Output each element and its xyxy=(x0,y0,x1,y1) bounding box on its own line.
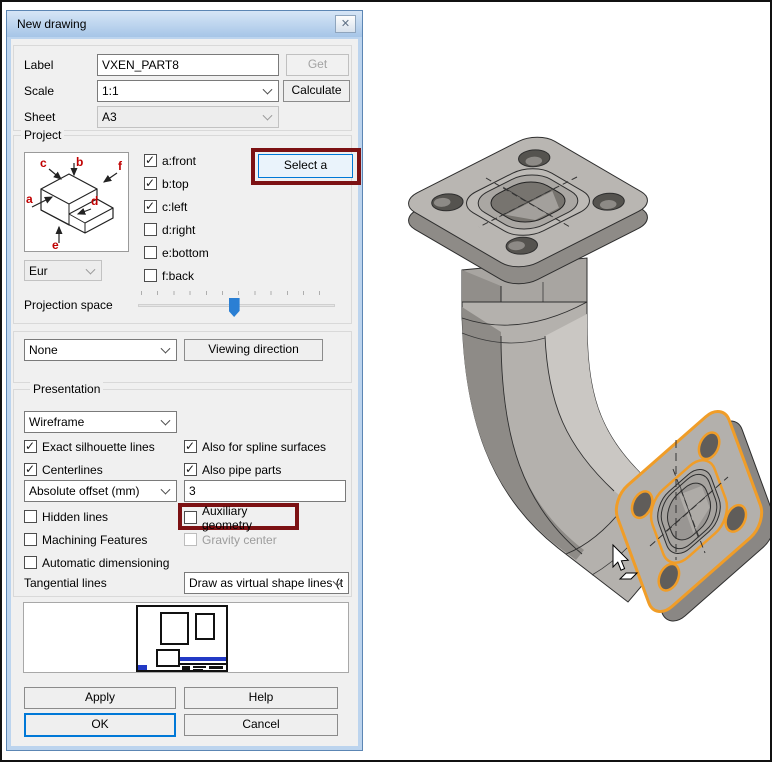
new-drawing-dialog: New drawing ✕ Label VXEN_PART8 Get Scale… xyxy=(6,10,363,751)
chevron-down-icon xyxy=(263,111,273,121)
preview-corner-chip xyxy=(138,665,147,670)
annotation-highlight-select-a: Select a xyxy=(251,148,361,185)
direction-combo[interactable]: None xyxy=(24,339,177,361)
projection-space-caption: Projection space xyxy=(24,298,113,312)
view-checkbox-d-right[interactable]: d:right xyxy=(144,222,195,237)
preview-titleblock-line xyxy=(180,663,226,665)
cube-label-f: f xyxy=(118,159,123,173)
chevron-down-icon xyxy=(161,485,171,495)
cube-label-c: c xyxy=(40,156,47,170)
projection-space-slider[interactable] xyxy=(138,291,335,317)
scale-caption: Scale xyxy=(24,84,54,98)
help-button[interactable]: Help xyxy=(184,687,338,709)
label-caption: Label xyxy=(24,58,53,72)
checkbox-icon xyxy=(144,177,157,190)
preview-view-rect xyxy=(195,613,215,640)
checkbox-centerlines[interactable]: Centerlines xyxy=(24,462,103,477)
preview-titleblock-cell xyxy=(209,666,223,669)
top-flange[interactable] xyxy=(398,132,658,290)
presentation-legend: Presentation xyxy=(30,382,103,396)
tangential-lines-combo[interactable]: Draw as virtual shape lines (t xyxy=(184,572,349,594)
checkbox-machining-features[interactable]: Machining Features xyxy=(24,532,147,547)
preview-view-rect xyxy=(160,612,189,645)
view-checkbox-b-top[interactable]: b:top xyxy=(144,176,189,191)
checkbox-icon xyxy=(184,463,197,476)
checkbox-icon xyxy=(144,154,157,167)
scale-combo[interactable]: 1:1 xyxy=(97,80,279,102)
label-input[interactable]: VXEN_PART8 xyxy=(97,54,279,76)
checkbox-gravity-center: Gravity center xyxy=(184,532,277,547)
dialog-titlebar[interactable]: New drawing xyxy=(7,11,362,37)
calculate-button[interactable]: Calculate xyxy=(283,80,350,102)
cube-label-a: a xyxy=(26,192,33,206)
presentation-mode-combo[interactable]: Wireframe xyxy=(24,411,177,433)
preview-sheet xyxy=(136,605,228,672)
slider-thumb[interactable] xyxy=(229,298,240,317)
cube-label-b: b xyxy=(76,155,83,169)
slider-ticks xyxy=(141,291,334,295)
checkbox-auxiliary-geometry[interactable]: Auxiliary geometry xyxy=(184,510,295,525)
preview-titleblock-cell xyxy=(182,666,190,670)
checkbox-icon xyxy=(184,440,197,453)
checkbox-also-spline[interactable]: Also for spline surfaces xyxy=(184,439,326,454)
chevron-down-icon xyxy=(161,416,171,426)
preview-view-rect xyxy=(156,649,180,667)
checkbox-icon xyxy=(184,511,197,524)
checkbox-automatic-dimensioning[interactable]: Automatic dimensioning xyxy=(24,555,169,570)
screenshot-root: New drawing ✕ Label VXEN_PART8 Get Scale… xyxy=(0,0,772,762)
view-checkbox-f-back[interactable]: f:back xyxy=(144,268,194,283)
chevron-down-icon xyxy=(263,85,273,95)
projection-standard-combo[interactable]: Eur xyxy=(24,260,102,281)
checkbox-icon xyxy=(24,440,37,453)
model-viewport[interactable] xyxy=(365,2,770,760)
checkbox-icon xyxy=(24,533,37,546)
get-button[interactable]: Get xyxy=(286,54,349,76)
cube-label-d: d xyxy=(91,194,98,208)
offset-value-input[interactable]: 3 xyxy=(184,480,346,502)
apply-button[interactable]: Apply xyxy=(24,687,176,709)
checkbox-hidden-lines[interactable]: Hidden lines xyxy=(24,509,108,524)
tangential-lines-caption: Tangential lines xyxy=(24,576,107,590)
close-icon[interactable]: ✕ xyxy=(335,15,356,33)
view-checkbox-c-left[interactable]: c:left xyxy=(144,199,187,214)
sheet-caption: Sheet xyxy=(24,110,55,124)
view-checkbox-e-bottom[interactable]: e:bottom xyxy=(144,245,209,260)
annotation-highlight-auxiliary: Auxiliary geometry xyxy=(178,503,299,530)
drawing-preview xyxy=(23,602,349,673)
preview-titleblock-cell xyxy=(193,666,206,668)
checkbox-exact-silhouette[interactable]: Exact silhouette lines xyxy=(24,439,155,454)
select-a-button[interactable]: Select a xyxy=(258,154,353,178)
offset-mode-combo[interactable]: Absolute offset (mm) xyxy=(24,480,177,502)
preview-titleblock-bar xyxy=(180,657,226,661)
ok-button[interactable]: OK xyxy=(24,713,176,737)
dialog-client: Label VXEN_PART8 Get Scale 1:1 Calculate… xyxy=(11,39,358,746)
checkbox-icon xyxy=(24,463,37,476)
cube-label-e: e xyxy=(52,238,59,251)
checkbox-also-pipe-parts[interactable]: Also pipe parts xyxy=(184,462,281,477)
checkbox-icon xyxy=(24,556,37,569)
view-checkbox-a-front[interactable]: a:front xyxy=(144,153,196,168)
selected-flange[interactable] xyxy=(611,402,770,631)
sheet-combo[interactable]: A3 xyxy=(97,106,279,128)
checkbox-icon xyxy=(24,510,37,523)
dialog-title: New drawing xyxy=(17,17,86,31)
preview-titleblock-cell xyxy=(193,669,203,670)
projection-cube-image: c b f a d e xyxy=(24,152,129,252)
project-legend: Project xyxy=(21,128,64,142)
checkbox-icon xyxy=(144,223,157,236)
checkbox-icon xyxy=(184,533,197,546)
checkbox-icon xyxy=(144,200,157,213)
checkbox-icon xyxy=(144,269,157,282)
chevron-down-icon xyxy=(161,344,171,354)
cancel-button[interactable]: Cancel xyxy=(184,714,338,736)
chevron-down-icon xyxy=(86,264,96,274)
viewing-direction-button[interactable]: Viewing direction xyxy=(184,339,323,361)
checkbox-icon xyxy=(144,246,157,259)
